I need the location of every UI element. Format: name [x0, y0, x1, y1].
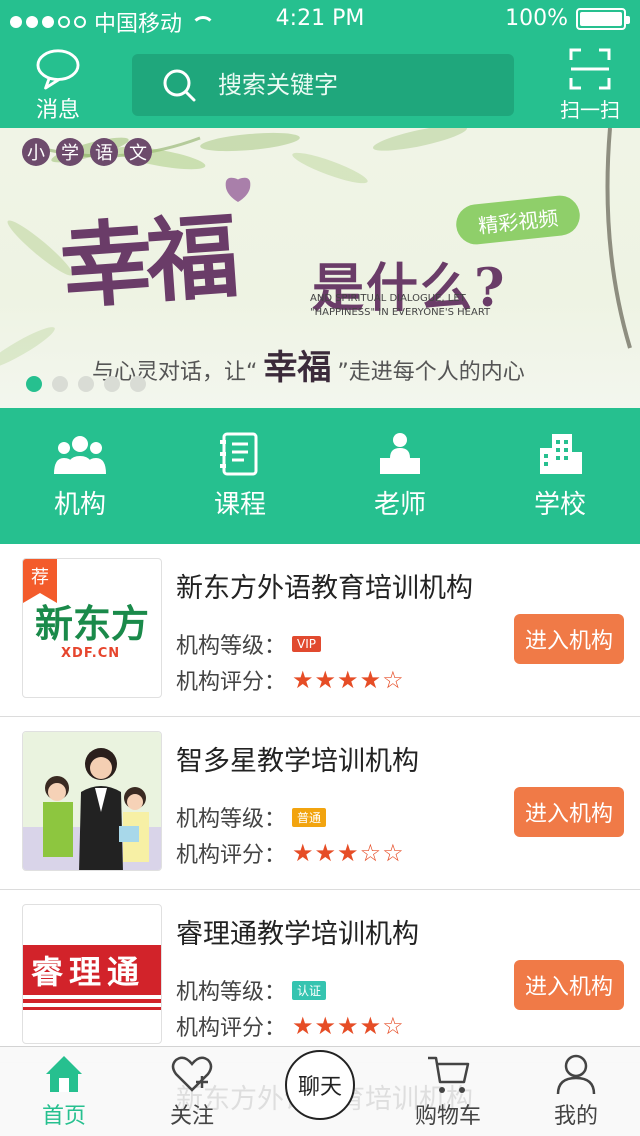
- category-school[interactable]: 学校: [480, 408, 640, 544]
- tab-chat[interactable]: 聊天: [256, 1047, 384, 1136]
- recommend-badge: 荐: [23, 559, 57, 603]
- institution-list: 新东方 XDF.CN 荐 新东方外语教育培训机构 机构等级： VIP 机构评分：…: [0, 544, 640, 1063]
- rating-stars: ★★★★☆: [292, 666, 405, 694]
- subject-tag: 学: [56, 138, 84, 166]
- building-icon: [540, 433, 582, 474]
- level-label: 机构等级：: [176, 807, 287, 832]
- rating-stars: ★★★★☆: [292, 1012, 405, 1040]
- search-icon: [163, 69, 196, 102]
- enter-institution-button[interactable]: 进入机构: [514, 614, 624, 664]
- status-bar: 中国移动 4:21 PM 100%: [0, 0, 640, 40]
- search-bar[interactable]: [132, 54, 514, 116]
- tab-label: 首页: [41, 1104, 86, 1129]
- institution-level: 机构等级： 普通: [176, 801, 327, 833]
- search-input[interactable]: [216, 70, 476, 100]
- rating-stars: ★★★☆☆: [292, 839, 405, 867]
- rating-label: 机构评分：: [176, 1016, 287, 1041]
- ruilitong-logo-text: 睿理通: [31, 953, 145, 991]
- banner-title: 幸福: [56, 202, 237, 322]
- category-label: 机构: [53, 489, 106, 520]
- institution-card[interactable]: 智多星教学培训机构 机构等级： 普通 机构评分： ★★★☆☆ 进入机构: [0, 717, 640, 890]
- carousel-dot[interactable]: [130, 376, 146, 392]
- carousel-dot[interactable]: [78, 376, 94, 392]
- tab-follow[interactable]: 关注: [128, 1047, 256, 1136]
- carousel-dot[interactable]: [52, 376, 68, 392]
- level-badge: 普通: [292, 807, 327, 827]
- carousel-dot[interactable]: [104, 376, 120, 392]
- banner-english-line: "HAPPINESS" IN EVERYONE'S HEART: [310, 307, 491, 318]
- battery-icon: [576, 7, 630, 30]
- category-label: 学校: [533, 489, 586, 520]
- carousel-indicator[interactable]: [26, 376, 146, 392]
- carousel-dot-active[interactable]: [26, 376, 42, 392]
- level-badge: 认证: [292, 980, 327, 1000]
- institution-name: 新东方外语教育培训机构: [176, 573, 473, 604]
- institution-logo: 睿理通: [22, 904, 162, 1044]
- enter-institution-button[interactable]: 进入机构: [514, 787, 624, 837]
- category-label: 老师: [373, 489, 426, 520]
- cart-icon: [428, 1056, 470, 1093]
- institution-card[interactable]: 新东方 XDF.CN 荐 新东方外语教育培训机构 机构等级： VIP 机构评分：…: [0, 544, 640, 717]
- subject-tags: 小 学 语 文: [22, 138, 152, 166]
- institution-level: 机构等级： VIP: [176, 628, 321, 660]
- subject-tag: 小: [22, 138, 50, 166]
- category-institution[interactable]: 机构: [0, 408, 160, 544]
- scan-label: 扫一扫: [560, 98, 620, 122]
- category-course[interactable]: 课程: [160, 408, 320, 544]
- people-icon: [54, 435, 106, 474]
- slogan-highlight: 幸福: [263, 348, 332, 388]
- ruilitong-logo-image: 睿理通: [23, 945, 161, 1010]
- institution-name: 睿理通教学培训机构: [176, 919, 419, 950]
- tab-mine[interactable]: 我的: [512, 1047, 640, 1136]
- institution-rating: 机构评分： ★★★★☆: [176, 1010, 405, 1042]
- rating-label: 机构评分：: [176, 843, 287, 868]
- bottom-tab-bar: 新东方外语教育培训机构 首页 关注 聊天 购物车 我的: [0, 1046, 640, 1136]
- institution-logo: [22, 731, 162, 871]
- top-header: 中国移动 4:21 PM 100% 消息 扫一扫: [0, 0, 640, 128]
- category-label: 课程: [213, 489, 266, 520]
- teacher-icon: [380, 432, 420, 474]
- institution-card[interactable]: 睿理通 睿理通教学培训机构 机构等级： 认证 机构评分： ★★★★☆ 进入机构: [0, 890, 640, 1063]
- banner-english-line: AND SPIRITUAL DIALOGUE, LET: [310, 293, 466, 304]
- promo-banner[interactable]: 小 学 语 文 幸福 是什么? 精彩视频 AND SPIRITUAL DIALO…: [0, 128, 640, 408]
- scan-icon: [569, 48, 611, 90]
- tab-label: 购物车: [414, 1104, 481, 1129]
- message-button[interactable]: 消息: [18, 48, 98, 124]
- tab-label: 我的: [553, 1104, 598, 1129]
- notebook-icon: [220, 432, 258, 475]
- banner-english-text: AND SPIRITUAL DIALOGUE, LET "HAPPINESS" …: [310, 292, 490, 320]
- institution-rating: 机构评分： ★★★☆☆: [176, 837, 405, 869]
- slogan-suffix: ”走进每个人的内心: [337, 360, 525, 385]
- scan-button[interactable]: 扫一扫: [550, 48, 630, 124]
- speech-bubble-icon: [36, 49, 80, 90]
- tab-cart[interactable]: 购物车: [384, 1047, 512, 1136]
- level-label: 机构等级：: [176, 980, 287, 1005]
- enter-institution-button[interactable]: 进入机构: [514, 960, 624, 1010]
- banner-slogan: 与心灵对话，让“ 幸福 ”走进每个人的内心: [92, 340, 525, 389]
- institution-name: 智多星教学培训机构: [176, 746, 419, 777]
- category-teacher[interactable]: 老师: [320, 408, 480, 544]
- message-label: 消息: [35, 98, 80, 123]
- heart-plus-icon: [171, 1056, 213, 1092]
- institution-level: 机构等级： 认证: [176, 974, 327, 1006]
- institution-rating: 机构评分： ★★★★☆: [176, 664, 405, 696]
- level-label: 机构等级：: [176, 634, 287, 659]
- rating-label: 机构评分：: [176, 670, 287, 695]
- status-right: 100%: [505, 6, 630, 31]
- xdf-logo-text: 新东方: [35, 602, 149, 646]
- battery-percent: 100%: [505, 6, 568, 31]
- subject-tag: 语: [90, 138, 118, 166]
- home-icon: [46, 1056, 82, 1092]
- level-badge: VIP: [292, 636, 321, 652]
- xdf-logo-subtext: XDF.CN: [61, 646, 120, 661]
- tab-label: 关注: [169, 1104, 214, 1129]
- category-nav: 机构 课程 老师 学校: [0, 408, 640, 544]
- chat-button[interactable]: 聊天: [285, 1050, 355, 1120]
- teacher-students-photo: [23, 732, 161, 870]
- institution-logo: 新东方 XDF.CN 荐: [22, 558, 162, 698]
- subject-tag: 文: [124, 138, 152, 166]
- tab-home[interactable]: 首页: [0, 1047, 128, 1136]
- user-icon: [556, 1054, 596, 1095]
